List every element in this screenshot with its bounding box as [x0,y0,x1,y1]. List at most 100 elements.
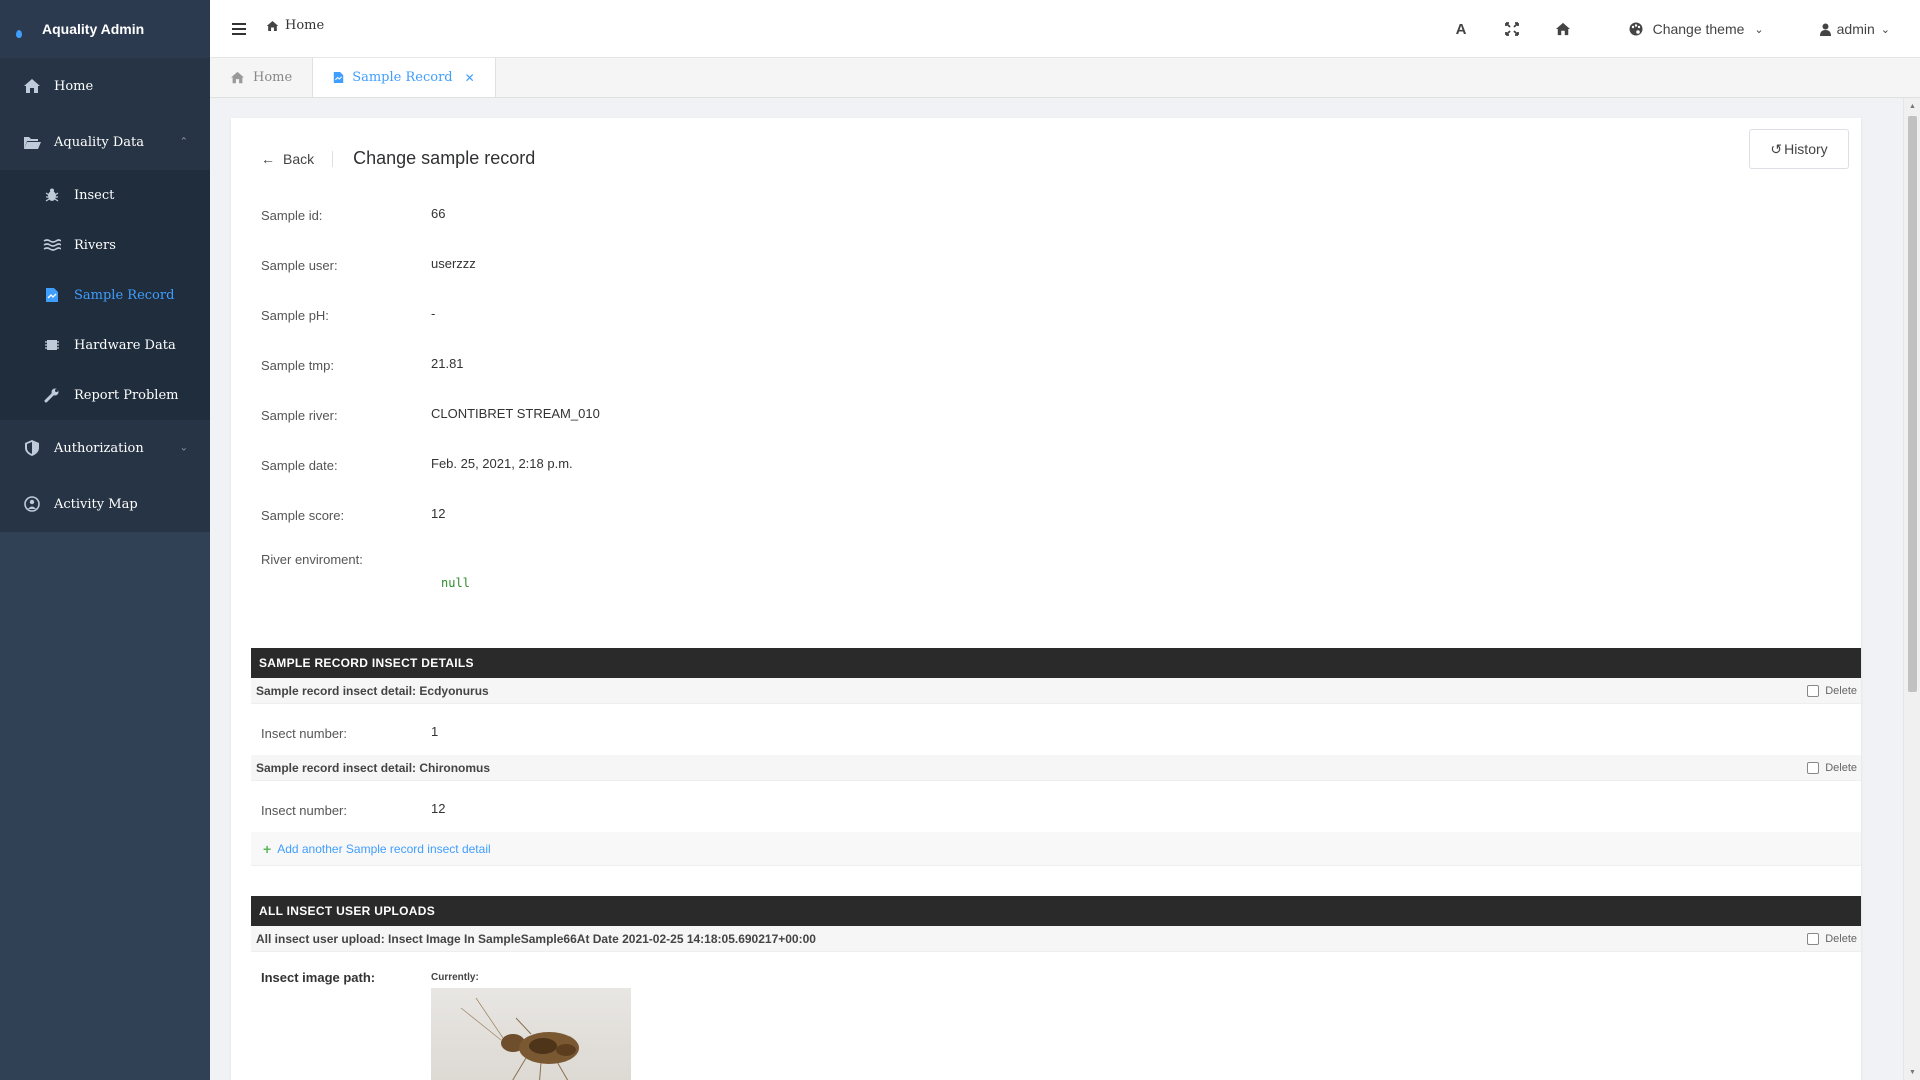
section-header-insect-details: SAMPLE RECORD INSECT DETAILS [251,648,1861,678]
page-scrollbar[interactable]: ▲ ▼ [1903,98,1920,1080]
delete-label: Delete [1825,761,1857,774]
submenu-aquality-data: Insect Rivers Sample Record Hardware Dat… [0,170,210,420]
field-label: Sample user: [261,257,338,273]
add-insect-detail-link[interactable]: + Add another Sample record insect detai… [251,832,1861,866]
font-size-icon[interactable]: A [1436,21,1487,38]
sidebar-item-aquality-data[interactable]: Aquality Data ⌃ [0,114,210,170]
bug-icon [42,185,62,205]
delete-checkbox[interactable]: Delete [1807,761,1857,774]
insect-image[interactable] [431,988,631,1080]
sidebar-item-activity-map[interactable]: Activity Map [0,476,210,532]
field-value: CLONTIBRET STREAM_010 [431,405,600,421]
fullscreen-icon[interactable] [1487,22,1538,36]
home-icon [22,76,42,96]
history-button[interactable]: ↺ History [1749,129,1849,169]
water-drop-icon [16,30,22,38]
delete-label: Delete [1825,684,1857,697]
chevron-down-icon: ⌄ [1754,23,1764,36]
section-header-uploads: ALL INSECT USER UPLOADS [251,896,1861,926]
sidebar-item-label: Activity Map [54,496,138,512]
sidebar-item-authorization[interactable]: Authorization ⌄ [0,420,210,476]
insect-number-row: Insect number: 1 [261,723,438,743]
sidebar-item-report-problem[interactable]: Report Problem [0,370,210,420]
sidebar-item-rivers[interactable]: Rivers [0,220,210,270]
sidebar: Aquality Admin Home Aquality Data ⌃ Inse… [0,0,210,1080]
sidebar-item-home[interactable]: Home [0,58,210,114]
back-button[interactable]: ← Back [261,150,334,167]
home-icon [266,20,279,31]
checkbox[interactable] [1807,932,1820,945]
page-header: ← Back Change sample record [261,148,535,169]
tab-label: Home [253,70,293,85]
field-value: 12 [431,800,446,816]
field-label: Insect number: [261,802,347,818]
inline-row-title: Sample record insect detail: Chironomus … [251,755,1861,781]
history-label: History [1784,141,1828,157]
back-label: Back [283,150,315,167]
add-label: Add another Sample record insect detail [277,841,491,856]
field-value: Feb. 25, 2021, 2:18 p.m. [431,455,573,471]
field-label: Sample river: [261,407,338,423]
theme-label: Change theme [1652,21,1745,37]
tab-home[interactable]: Home [210,58,314,97]
plus-icon: + [263,840,272,857]
scroll-up-icon[interactable]: ▲ [1904,98,1920,114]
change-theme-dropdown[interactable]: Change theme ⌄ [1629,21,1764,37]
inline-title-text: Sample record insect detail: Ecdyonurus [256,683,489,698]
page-title: Change sample record [353,148,536,168]
currently-label: Currently: [431,972,479,983]
home-icon[interactable] [1538,22,1589,36]
field-label: Sample id: [261,207,323,223]
user-icon [1819,23,1831,36]
field-value: 21.81 [431,355,464,371]
file-chart-icon [42,285,62,305]
file-chart-icon [333,72,344,83]
delete-checkbox[interactable]: Delete [1807,684,1857,697]
chevron-down-icon: ⌄ [1880,23,1890,36]
checkbox[interactable] [1807,761,1820,774]
sidebar-item-label: Home [54,78,94,94]
field-row: Sample pH: - [261,290,1061,340]
field-label: River enviroment: [261,552,363,567]
json-value: null [441,576,470,590]
inline-title-text: All insect user upload: Insect Image In … [256,931,816,946]
checkbox[interactable] [1807,684,1820,697]
field-value: 1 [431,723,439,739]
insect-number-row: Insect number: 12 [261,800,445,820]
field-label: Sample date: [261,457,338,473]
field-value: 12 [431,505,446,521]
sidebar-item-insect[interactable]: Insect [0,170,210,220]
inline-title-text: Sample record insect detail: Chironomus [256,760,491,775]
sidebar-item-sample-record[interactable]: Sample Record [0,270,210,320]
wrench-icon [42,385,62,405]
logo[interactable]: Aquality Admin [0,0,210,58]
sidebar-item-label: Sample Record [74,287,175,303]
user-menu[interactable]: admin ⌄ [1819,21,1890,37]
insect-image-path-label: Insect image path: [261,970,376,985]
inline-row-title: Sample record insect detail: Ecdyonurus … [251,678,1861,704]
tab-sample-record[interactable]: Sample Record ✕ [313,58,496,97]
chevron-up-icon: ⌃ [179,136,188,148]
sidebar-item-label: Authorization [54,440,144,456]
hamburger-icon[interactable] [232,20,246,38]
field-value: 66 [431,205,446,221]
delete-checkbox[interactable]: Delete [1807,932,1857,945]
home-icon [231,71,244,84]
inline-row-title: All insect user upload: Insect Image In … [251,926,1861,952]
water-icon [42,235,62,255]
field-value: - [431,305,436,321]
field-row: River enviroment: null [261,540,1061,610]
sidebar-item-label: Hardware Data [74,337,176,353]
navbar-right: A Change theme ⌄ admin ⌄ [1436,0,1890,58]
user-label: admin [1836,21,1875,37]
breadcrumb[interactable]: Home [266,18,324,33]
scroll-down-icon[interactable]: ▼ [1904,1064,1920,1080]
field-label: Insect number: [261,725,347,741]
sidebar-item-hardware-data[interactable]: Hardware Data [0,320,210,370]
scrollbar-thumb[interactable] [1908,116,1917,692]
map-icon [22,494,42,514]
tab-bar: Home Sample Record ✕ [210,58,1920,98]
field-row: Sample tmp: 21.81 [261,340,1061,390]
close-icon[interactable]: ✕ [465,71,475,85]
content-panel: ↺ History ← Back Change sample record Sa… [231,118,1861,1080]
